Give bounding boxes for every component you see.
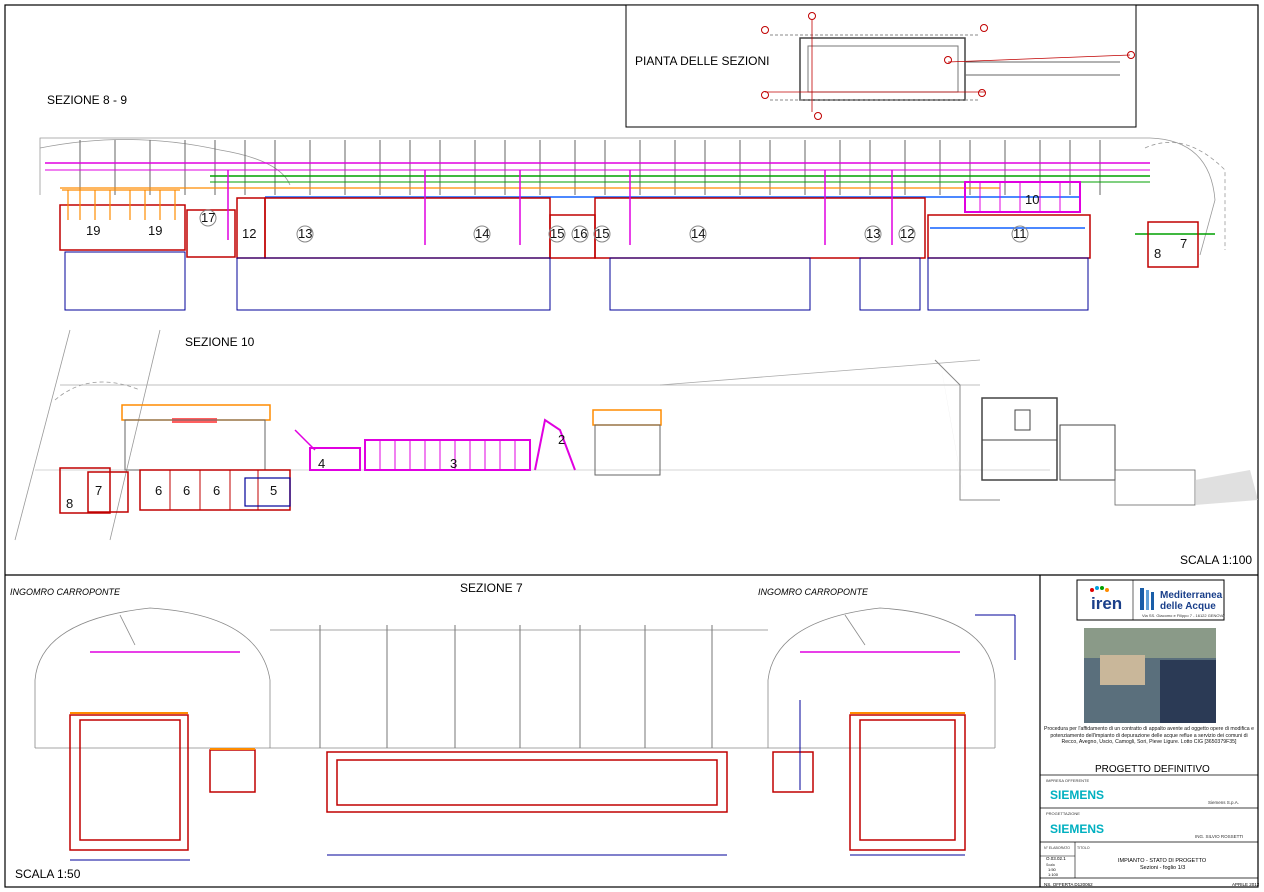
section-7-drawing xyxy=(34,607,1016,861)
label-8a: 8 xyxy=(1154,246,1161,261)
label-2: 2 xyxy=(558,432,565,447)
label-15b: 15 xyxy=(595,226,609,241)
sezione-10-title: SEZIONE 10 xyxy=(185,335,255,349)
mediterranea-line2: delle Acque xyxy=(1160,601,1216,612)
section-8-9-drawing xyxy=(39,137,1226,311)
engineer-name: ING. SILVIO ROSSETTI xyxy=(1195,834,1243,839)
mediterranea-line1: Mediterranea xyxy=(1160,590,1223,601)
iren-logo: iren xyxy=(1091,594,1122,613)
progetto-definitivo: PROGETTO DEFINITIVO xyxy=(1095,764,1210,775)
project-description: Procedura per l'affidamento di un contra… xyxy=(1044,726,1254,745)
label-14b: 14 xyxy=(691,226,705,241)
label-12b: 12 xyxy=(900,226,914,241)
progettazione-label: PROGETTAZIONE xyxy=(1046,811,1080,816)
label-7a: 7 xyxy=(1180,236,1187,251)
siemens-logo-1: SIEMENS xyxy=(1050,788,1104,802)
offerta-number: NS. OFFERTA D120062 xyxy=(1044,882,1093,887)
drawing-date: APRILE 2012 xyxy=(1232,882,1260,887)
label-6c: 6 xyxy=(213,483,220,498)
pianta-title: PIANTA DELLE SEZIONI xyxy=(635,54,769,68)
scala-value-2: 1:100 xyxy=(1048,872,1059,877)
section-10-drawing xyxy=(14,329,1258,541)
impresa-label: IMPRESA OFFERENTE xyxy=(1046,778,1089,783)
siemens-spa: Siemens S.p.A. xyxy=(1208,800,1239,805)
mediterranea-address: Via SS. Giacomo e Filippo 7 - 16122 GENO… xyxy=(1142,613,1225,618)
section-10-labels: 8 7 6 6 6 5 4 3 2 xyxy=(66,432,565,511)
scala-100: SCALA 1:100 xyxy=(1180,553,1252,567)
titolo-label: TITOLO xyxy=(1077,846,1090,850)
label-10: 10 xyxy=(1025,192,1039,207)
label-15a: 15 xyxy=(550,226,564,241)
sezione-8-9-title: SEZIONE 8 - 9 xyxy=(47,93,127,107)
label-11: 11 xyxy=(1013,226,1027,241)
label-3: 3 xyxy=(450,456,457,471)
sezioni-foglio: Sezioni - foglio 1/3 xyxy=(1140,865,1185,871)
label-8b: 8 xyxy=(66,496,73,511)
label-6a: 6 xyxy=(155,483,162,498)
sezione-7-title: SEZIONE 7 xyxy=(460,581,523,595)
label-5: 5 xyxy=(270,483,277,498)
ingombro-left: INGOMRO CARROPONTE xyxy=(10,587,121,597)
drawing-canvas: PIANTA DELLE SEZIONI SEZIONE 8 - 9 19 19… xyxy=(4,4,1260,888)
label-13b: 13 xyxy=(866,226,880,241)
label-16: 16 xyxy=(573,226,587,241)
label-7b: 7 xyxy=(95,483,102,498)
section-8-9-labels: 19 19 17 12 13 14 15 16 15 14 13 12 11 1… xyxy=(86,192,1187,261)
label-6b: 6 xyxy=(183,483,190,498)
siemens-logo-2: SIEMENS xyxy=(1050,822,1104,836)
elaborato-label: N° ELABORATO xyxy=(1044,846,1070,850)
label-19b: 19 xyxy=(148,223,162,238)
scala-50: SCALA 1:50 xyxy=(15,867,81,881)
label-12a: 12 xyxy=(242,226,256,241)
elaborato-number: O.03.02.1 xyxy=(1046,856,1066,861)
label-14a: 14 xyxy=(475,226,489,241)
impianto-title: IMPIANTO - STATO DI PROGETTO xyxy=(1118,858,1207,864)
ingombro-right: INGOMRO CARROPONTE xyxy=(758,587,869,597)
label-17: 17 xyxy=(201,210,215,225)
label-13a: 13 xyxy=(298,226,312,241)
label-4: 4 xyxy=(318,456,325,471)
label-19a: 19 xyxy=(86,223,100,238)
